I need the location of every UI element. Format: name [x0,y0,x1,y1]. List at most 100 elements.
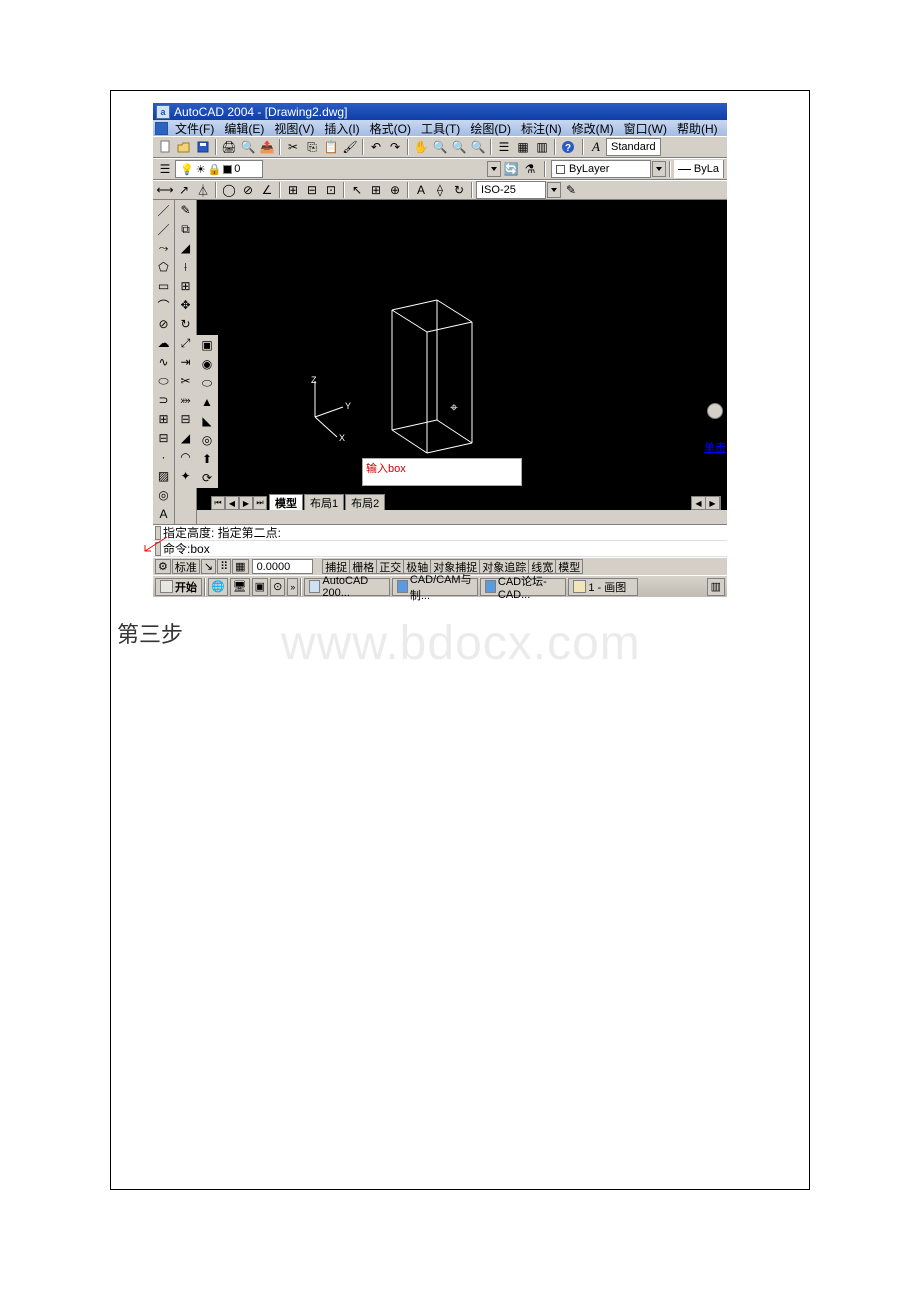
quick-ie-icon[interactable]: 🌐 [208,578,228,596]
zoom-previous-icon[interactable]: 🔍 [469,138,487,156]
ellipse-arc-icon[interactable]: ⊃ [155,391,173,409]
sphere-solid-icon[interactable]: ◉ [198,355,216,373]
menu-modify[interactable]: 修改(M) [569,120,617,137]
snap-mode-button[interactable]: 捕捉 [322,559,349,574]
dim-baseline-icon[interactable]: ⊟ [303,181,321,199]
ellipse-icon[interactable]: ⬭ [155,372,173,390]
commcenter-icon[interactable] [707,403,723,419]
menu-edit[interactable]: 编辑(E) [221,120,267,137]
dim-edit-icon[interactable]: A [412,181,430,199]
copy-icon[interactable]: ⎘ [303,138,321,156]
toolpalettes-icon[interactable]: ▥ [533,138,551,156]
wedge-solid-icon[interactable]: ◣ [198,412,216,430]
sb-xy-icon[interactable]: ▦ [232,559,248,574]
layer-previous-icon[interactable]: 🔄 [502,160,520,178]
grid-mode-button[interactable]: 栅格 [349,559,376,574]
pan-realtime-icon[interactable]: ✋ [412,138,430,156]
command-input-line[interactable]: 命令: box [153,541,727,557]
menu-window[interactable]: 窗口(W) [621,120,670,137]
extrude-icon[interactable]: ⬆ [198,450,216,468]
dim-angular-icon[interactable]: ∠ [258,181,276,199]
region-icon[interactable]: ◎ [155,486,173,504]
revcloud-icon[interactable]: ☁ [155,334,173,352]
scale-icon[interactable]: ⤢ [177,334,195,352]
sb-standard-label[interactable]: 标准 [172,559,200,574]
menu-view[interactable]: 视图(V) [271,120,317,137]
dim-style-dropdown[interactable]: ISO-25 [476,181,546,199]
polygon-icon[interactable]: ⬠ [155,258,173,276]
torus-solid-icon[interactable]: ◎ [198,431,216,449]
designcenter-icon[interactable]: ▦ [514,138,532,156]
dim-quick-icon[interactable]: ⊞ [284,181,302,199]
layer-states-dropdown-icon[interactable] [487,161,501,177]
xline-icon[interactable]: ／ [155,220,173,238]
dim-linear-icon[interactable]: ⟷ [156,181,174,199]
explode-icon[interactable]: ✦ [177,467,195,485]
quick-media-icon[interactable]: ▣ [252,578,268,596]
point-icon[interactable]: · [155,448,173,466]
dim-aligned-icon[interactable]: ↗ [175,181,193,199]
quick-desktop-icon[interactable]: 🖥 [230,578,250,596]
danji-link[interactable]: 单击 [704,439,726,455]
circle-icon[interactable]: ⊘ [155,315,173,333]
offset-icon[interactable]: ⟊ [177,258,195,276]
box-solid-icon[interactable]: ▣ [198,336,216,354]
quick-player-icon[interactable]: ⊙ [270,578,285,596]
cone-solid-icon[interactable]: ▲ [198,393,216,411]
layout2-tab[interactable]: 布局2 [345,494,385,510]
chamfer-icon[interactable]: ◢ [177,429,195,447]
menu-draw[interactable]: 绘图(D) [467,120,514,137]
layer-filter-icon[interactable]: ⚗ [521,160,539,178]
pline-icon[interactable]: ⤳ [155,239,173,257]
tab-nav-prev-icon[interactable]: ◀ [225,496,239,510]
tab-nav-next-icon[interactable]: ▶ [239,496,253,510]
array-icon[interactable]: ⊞ [177,277,195,295]
move-icon[interactable]: ✥ [177,296,195,314]
trim-icon[interactable]: ✂ [177,372,195,390]
menu-file[interactable]: 文件(F) [172,120,217,137]
undo-icon[interactable]: ↶ [367,138,385,156]
quick-more-icon[interactable]: » [287,578,298,596]
new-file-icon[interactable] [156,138,174,156]
menu-format[interactable]: 格式(O) [367,120,414,137]
help-icon[interactable]: ? [559,138,577,156]
start-button[interactable]: 开始 [155,578,202,596]
break-icon[interactable]: ⊟ [177,410,195,428]
sb-arrow-icon[interactable]: ↘ [201,559,216,574]
dim-tedit-icon[interactable]: ⟠ [431,181,449,199]
model-tab[interactable]: 模型 [269,494,303,510]
make-block-icon[interactable]: ⊟ [155,429,173,447]
dim-update-icon[interactable]: ↻ [450,181,468,199]
menu-dimension[interactable]: 标注(N) [518,120,565,137]
task-autocad[interactable]: AutoCAD 200... [304,578,390,596]
text-style-a-icon[interactable]: A [587,138,605,156]
ortho-mode-button[interactable]: 正交 [376,559,403,574]
paste-icon[interactable]: 📋 [322,138,340,156]
sb-dots-icon[interactable]: ⠿ [217,559,231,574]
match-prop-icon[interactable]: 🖌 [341,138,359,156]
open-file-icon[interactable] [175,138,193,156]
arc-icon[interactable]: ⌒ [155,296,173,314]
rectangle-icon[interactable]: ▭ [155,277,173,295]
copy-obj-icon[interactable]: ⧉ [177,220,195,238]
dim-style-dropdown-icon[interactable] [547,182,561,198]
tab-nav-first-icon[interactable]: ⏮ [211,496,225,510]
task-cadforum[interactable]: CAD论坛-CAD... [480,578,566,596]
color-bylayer-dropdown[interactable]: ByLayer [551,160,651,178]
menu-help[interactable]: 帮助(H) [674,120,721,137]
mirror-icon[interactable]: ◢ [177,239,195,257]
dim-diameter-icon[interactable]: ⊘ [239,181,257,199]
publish-icon[interactable]: 📤 [258,138,276,156]
revolve-icon[interactable]: ⟳ [198,469,216,487]
spline-icon[interactable]: ∿ [155,353,173,371]
document-mini-icon[interactable] [155,122,168,135]
layer-dropdown[interactable]: 💡 ☀ 🔒 0 [175,160,263,178]
zoom-realtime-icon[interactable]: 🔍 [431,138,449,156]
layer-manager-icon[interactable]: ☰ [156,160,174,178]
linetype-bylayer-dropdown[interactable]: ByLa [674,160,724,178]
save-icon[interactable] [194,138,212,156]
dim-tolerance-icon[interactable]: ⊞ [367,181,385,199]
cylinder-solid-icon[interactable]: ⬭ [198,374,216,392]
dim-leader-icon[interactable]: ↖ [348,181,366,199]
task-cadcam[interactable]: CAD/CAM与制... [392,578,478,596]
